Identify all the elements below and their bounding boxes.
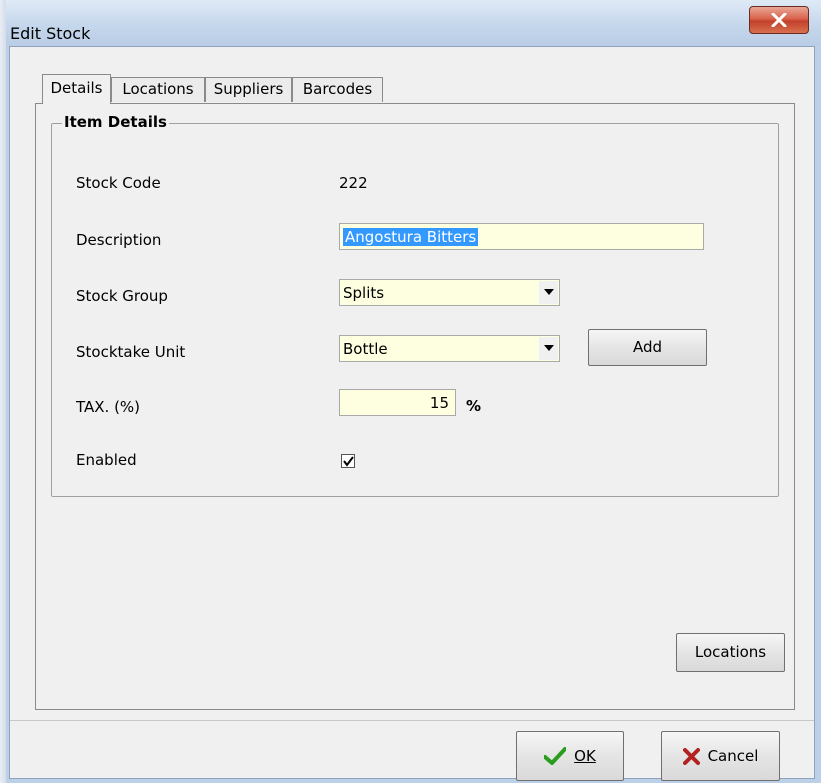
stock-group-select[interactable]: Splits [339, 279, 560, 306]
tab-suppliers-label: Suppliers [213, 80, 284, 98]
stocktake-unit-label: Stocktake Unit [76, 343, 186, 361]
tab-details[interactable]: Details [42, 74, 111, 104]
item-details-group: Item Details Stock Code 222 Description … [51, 113, 779, 497]
window-title: Edit Stock [10, 24, 91, 43]
cancel-x-icon [682, 747, 700, 765]
stocktake-unit-value: Bottle [343, 340, 388, 358]
tab-details-label: Details [50, 79, 103, 97]
description-value: Angostura Bitters [343, 228, 479, 246]
ok-check-icon [544, 747, 567, 765]
tax-percent-unit: % [466, 397, 482, 415]
locations-button-label: Locations [694, 643, 767, 661]
cancel-button-label: Cancel [707, 747, 759, 765]
enabled-checkbox[interactable] [341, 454, 355, 468]
tax-label: TAX. (%) [76, 398, 141, 416]
stock-group-label: Stock Group [76, 287, 168, 305]
tab-suppliers[interactable]: Suppliers [205, 77, 292, 102]
tax-value: 15 [429, 394, 449, 412]
description-field[interactable]: Angostura Bitters [339, 223, 704, 250]
checkmark-icon [343, 456, 354, 467]
close-button[interactable] [749, 6, 809, 34]
stocktake-unit-select[interactable]: Bottle [339, 335, 560, 362]
dropdown-arrow-icon [543, 289, 554, 295]
stock-code-label: Stock Code [76, 174, 161, 192]
tab-locations[interactable]: Locations [111, 77, 205, 102]
stock-code-value: 222 [339, 174, 368, 192]
dropdown-arrow-icon [543, 345, 554, 351]
description-label: Description [76, 231, 162, 249]
footer-divider [10, 720, 814, 721]
tab-locations-label: Locations [122, 80, 194, 98]
title-bar: Edit Stock [6, 0, 821, 46]
tax-field[interactable]: 15 [339, 389, 456, 416]
tab-barcodes-label: Barcodes [302, 80, 373, 98]
ok-button[interactable]: OK [516, 731, 624, 781]
dialog-client-area: Details Locations Suppliers Barcodes Ite… [9, 46, 815, 781]
stocktake-unit-dropdown-button[interactable] [539, 337, 558, 360]
tab-barcodes[interactable]: Barcodes [292, 77, 383, 102]
group-title: Item Details [62, 113, 169, 131]
stock-group-value: Splits [343, 284, 385, 302]
edit-stock-dialog: Edit Stock Details Locations Suppliers B… [6, 0, 821, 783]
cancel-button[interactable]: Cancel [661, 731, 780, 781]
locations-button[interactable]: Locations [676, 633, 785, 672]
stock-group-dropdown-button[interactable] [539, 281, 558, 304]
add-unit-button-label: Add [632, 338, 663, 356]
details-tab-panel: Item Details Stock Code 222 Description … [35, 103, 795, 710]
ok-button-label: OK [574, 747, 596, 765]
add-unit-button[interactable]: Add [588, 329, 707, 366]
close-icon [771, 13, 787, 27]
enabled-label: Enabled [76, 451, 137, 469]
